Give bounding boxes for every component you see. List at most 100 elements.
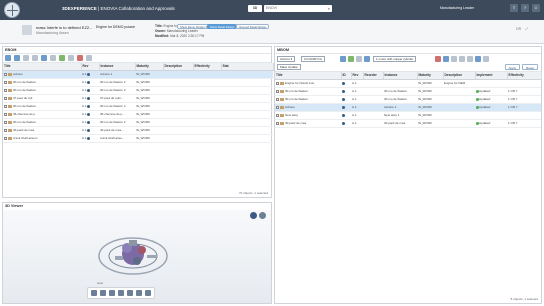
help-icon[interactable]: ? — [521, 4, 529, 12]
mbom-row[interactable]: cubone A.1 cubone 1 IN_WORK Updated 1 OR 7 — [275, 103, 541, 112]
filter-icon[interactable] — [459, 56, 465, 62]
mbom-reorder[interactable] — [363, 103, 383, 112]
mbom-col-header[interactable]: Effectivity — [507, 72, 542, 80]
user-name[interactable]: Manufacturing Leader — [440, 6, 474, 10]
measure-icon[interactable] — [136, 290, 142, 296]
pill-show-detail[interactable]: Show Detail Design — [207, 24, 238, 29]
dr-button[interactable]: DR — [516, 27, 521, 31]
hierarchy-icon[interactable] — [443, 56, 449, 62]
split-icon[interactable] — [32, 55, 38, 61]
share-icon[interactable]: ⇪ — [510, 4, 518, 12]
mbom-row[interactable]: Engine for Dobob bus A.1 IN_WORK Engine for… — [275, 79, 541, 88]
search-input[interactable]: ENOVI ⌕ — [264, 5, 332, 12]
ebom-col-header[interactable]: Title — [3, 63, 82, 71]
grid-icon[interactable] — [475, 56, 481, 62]
mbom-title-cell[interactable]: 40-pard de mea — [275, 119, 341, 128]
actions-menu[interactable]: Actions ▾ — [277, 56, 296, 62]
ebom-row[interactable]: 30-mo de flaskon A.1 30-mo de flaskon 2 IN… — [3, 78, 273, 87]
mbom-row[interactable]: New assy A.1 New assy 1 IN_WORK — [275, 111, 541, 120]
mbom-reorder[interactable] — [363, 95, 383, 104]
expand-icon[interactable]: ⤢ — [525, 27, 528, 31]
mbom-reorder[interactable] — [363, 79, 383, 88]
ebom-col-header[interactable]: Instance — [99, 63, 136, 71]
ebom-title-cell[interactable]: crank shaft assem — [3, 134, 81, 143]
grid-icon[interactable] — [41, 55, 47, 61]
mbom-col-header[interactable]: Instance — [383, 72, 418, 80]
more-icon[interactable] — [483, 56, 489, 62]
row-checkbox[interactable] — [4, 96, 7, 100]
ebom-title-cell[interactable]: 37-pied de cyli — [3, 94, 81, 103]
search-tree-icon[interactable] — [68, 55, 74, 61]
row-checkbox[interactable] — [4, 88, 7, 92]
ebom-col-header[interactable]: Effectivity — [193, 63, 222, 71]
ebom-title-cell[interactable]: 30-mo de flaskon — [3, 78, 81, 87]
pill-show-demo[interactable]: Show Demo Design ▾ — [177, 24, 210, 29]
mbom-reorder[interactable] — [363, 119, 383, 128]
insert-icon[interactable] — [364, 56, 370, 62]
delete-icon[interactable] — [435, 56, 441, 62]
ebom-title-cell[interactable]: 30-mo de flaskon — [3, 102, 81, 111]
mbom-row[interactable]: 30-mo de flaskon A.1 30-mo de flaskon IN_WO… — [275, 87, 541, 96]
mbom-col-header[interactable]: Title — [275, 72, 342, 80]
assign-icon[interactable] — [348, 56, 354, 62]
ebom-title-cell[interactable]: cubone — [3, 70, 81, 79]
mbom-row[interactable]: 40-pard de mea A.1 40-pard de mea IN_WORK Up… — [275, 119, 541, 128]
mbom-title-cell[interactable]: cubone — [275, 103, 341, 112]
3d-tag[interactable]: 3D — [248, 5, 262, 12]
ebom-row[interactable]: 30-mo de flaskon A.1 30-mo de flaskon 2 IN… — [3, 118, 273, 127]
row-checkbox[interactable] — [276, 113, 279, 117]
mbom-col-header[interactable]: Reorder — [363, 72, 384, 80]
mass-update-select[interactable]: Mass Update — [277, 64, 301, 70]
ebom-row[interactable]: 36-chemise de p A.1 36-chemise de p... IN_… — [3, 110, 273, 119]
row-checkbox[interactable] — [4, 128, 7, 132]
row-checkbox[interactable] — [4, 72, 7, 76]
ebom-row[interactable]: cubone A.1 cubone.1 IN_WORK — [3, 70, 273, 79]
row-checkbox[interactable] — [276, 97, 279, 101]
ebom-col-header[interactable]: Rev — [81, 63, 100, 71]
replace-icon[interactable] — [356, 56, 362, 62]
section-icon[interactable] — [127, 290, 133, 296]
mbom-col-header[interactable]: Description — [443, 72, 476, 80]
ebom-col-header[interactable]: Maturity — [135, 63, 164, 71]
row-checkbox[interactable] — [276, 81, 279, 85]
mbom-row[interactable]: 30-mo de flaskon A.1 30-mo de flaskon IN_WO… — [275, 95, 541, 104]
link-icon[interactable] — [340, 56, 346, 62]
tree-icon[interactable] — [451, 56, 457, 62]
ebom-col-header[interactable]: Description — [163, 63, 194, 71]
filter-icon[interactable] — [23, 55, 29, 61]
mbom-reorder[interactable] — [363, 87, 383, 96]
change-select[interactable]: CO-0000Y1A — [301, 56, 325, 62]
zoom-icon[interactable] — [109, 290, 115, 296]
ebom-title-cell[interactable]: 36-chemise de p — [3, 110, 81, 119]
mbom-col-header[interactable]: Rev — [351, 72, 364, 80]
mbom-col-header[interactable]: Maturity — [417, 72, 444, 80]
view-settings-icon[interactable] — [145, 290, 151, 296]
ebom-row[interactable]: 30-mo de flaskon A.1 30-mo de flaskon 3 IN… — [3, 86, 273, 95]
hierarchy-icon[interactable] — [5, 55, 11, 61]
mbom-title-cell[interactable]: New assy — [275, 111, 341, 120]
mbom-title-cell[interactable]: 30-mo de flaskon — [275, 87, 341, 96]
delete-icon[interactable] — [77, 55, 83, 61]
row-checkbox[interactable] — [4, 120, 7, 124]
compass-icon[interactable] — [4, 2, 20, 18]
row-checkbox[interactable] — [4, 80, 7, 84]
pill-opened-detail[interactable]: Opened Detail Design — [236, 24, 270, 29]
mbom-title-cell[interactable]: 30-mo de flaskon — [275, 95, 341, 104]
row-checkbox[interactable] — [276, 105, 279, 109]
ebom-row[interactable]: 37-pied de cyli A.1 37-pied de cylin... IN… — [3, 94, 273, 103]
reset-button[interactable]: Reset — [522, 64, 538, 70]
pan-icon[interactable] — [100, 290, 106, 296]
compass-3d-icon[interactable] — [250, 212, 257, 219]
ebom-title-cell[interactable]: 30-mo de flaskon — [3, 86, 81, 95]
row-checkbox[interactable] — [4, 112, 7, 116]
rotate-icon[interactable] — [91, 290, 97, 296]
row-checkbox[interactable] — [276, 89, 279, 93]
mbom-col-header[interactable]: Implement — [475, 72, 508, 80]
ebom-row[interactable]: 40-pard de mea A.1 40-pard de mea... IN_WO… — [3, 126, 273, 135]
row-checkbox[interactable] — [4, 136, 7, 140]
row-checkbox[interactable] — [276, 121, 279, 125]
apply-button[interactable]: Apply — [504, 64, 521, 70]
filter-select[interactable]: 1 motor with unique cylinder — [373, 56, 417, 62]
tag-icon[interactable] — [59, 55, 65, 61]
user-icon[interactable]: ☺ — [532, 4, 540, 12]
